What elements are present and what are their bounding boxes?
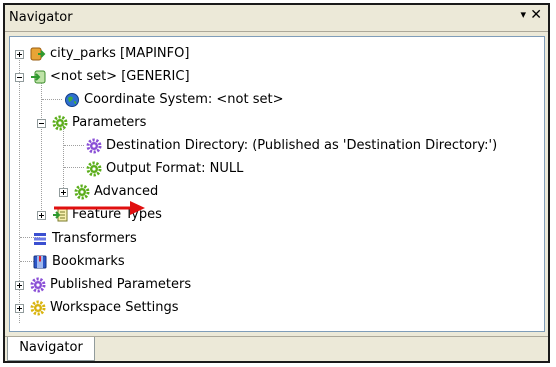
expand-icon[interactable] [15, 304, 24, 313]
tree-item-label: <not set> [GENERIC] [50, 69, 190, 84]
tree-item-city-parks[interactable]: city_parks [MAPINFO] [10, 43, 540, 65]
annotation-arrow [54, 201, 145, 215]
tree-item-label: Parameters [72, 115, 147, 130]
tree-item-label: Published Parameters [50, 277, 192, 292]
tree-item-label: Coordinate System: <not set> [84, 92, 284, 107]
tab-strip: Navigator [5, 336, 548, 361]
tree-item-coordinate-system[interactable]: Coordinate System: <not set> [10, 89, 540, 111]
tab-navigator[interactable]: Navigator [7, 337, 95, 361]
tree-item-label: city_parks [MAPINFO] [50, 46, 190, 61]
close-icon[interactable]: ✕ [530, 7, 542, 23]
tree-item-transformers[interactable]: Transformers [10, 228, 540, 250]
tree-item-label: Workspace Settings [50, 300, 179, 315]
mapinfo-reader-icon [30, 47, 46, 61]
tree-item-label: Transformers [52, 231, 137, 246]
navigator-panel: Navigator ▾ ✕ city_parks [MAPINFO] <not … [3, 3, 550, 363]
panel-titlebar: Navigator ▾ ✕ [5, 5, 548, 32]
tree-item-published-parameters[interactable]: Published Parameters [10, 274, 540, 296]
tree-item-bookmarks[interactable]: Bookmarks [10, 251, 540, 273]
expand-icon[interactable] [15, 281, 24, 290]
collapse-icon[interactable] [15, 73, 24, 82]
gear-icon [86, 161, 102, 177]
navigator-tree[interactable]: city_parks [MAPINFO] <not set> [GENERIC]… [9, 36, 545, 332]
gear-icon [52, 115, 68, 131]
collapse-icon[interactable] [37, 119, 46, 128]
tree-item-destination-directory[interactable]: Destination Directory: (Published as 'De… [10, 135, 540, 157]
tree-item-label: Destination Directory: (Published as 'De… [106, 138, 498, 153]
tab-label: Navigator [19, 340, 83, 355]
expand-icon[interactable] [59, 188, 68, 197]
tree-item-generic-writer[interactable]: <not set> [GENERIC] [10, 66, 540, 88]
transformers-icon [34, 233, 46, 245]
tree-item-label: Output Format: NULL [106, 161, 244, 176]
settings-gear-icon [30, 300, 46, 316]
gear-icon [74, 184, 90, 200]
tree-item-workspace-settings[interactable]: Workspace Settings [10, 297, 540, 319]
expand-icon[interactable] [37, 211, 46, 220]
published-parameters-icon [30, 277, 46, 293]
tree-item-parameters[interactable]: Parameters [10, 112, 540, 134]
tree-item-output-format[interactable]: Output Format: NULL [10, 158, 540, 180]
tree-item-label: Advanced [94, 184, 159, 199]
expand-icon[interactable] [15, 50, 24, 59]
globe-icon [65, 93, 79, 107]
pin-icon[interactable]: ▾ [520, 8, 526, 21]
published-parameter-icon [86, 138, 102, 154]
bookmark-icon [33, 255, 47, 269]
panel-title: Navigator [9, 10, 73, 25]
generic-writer-icon [31, 70, 46, 84]
tree-item-label: Bookmarks [52, 254, 125, 269]
